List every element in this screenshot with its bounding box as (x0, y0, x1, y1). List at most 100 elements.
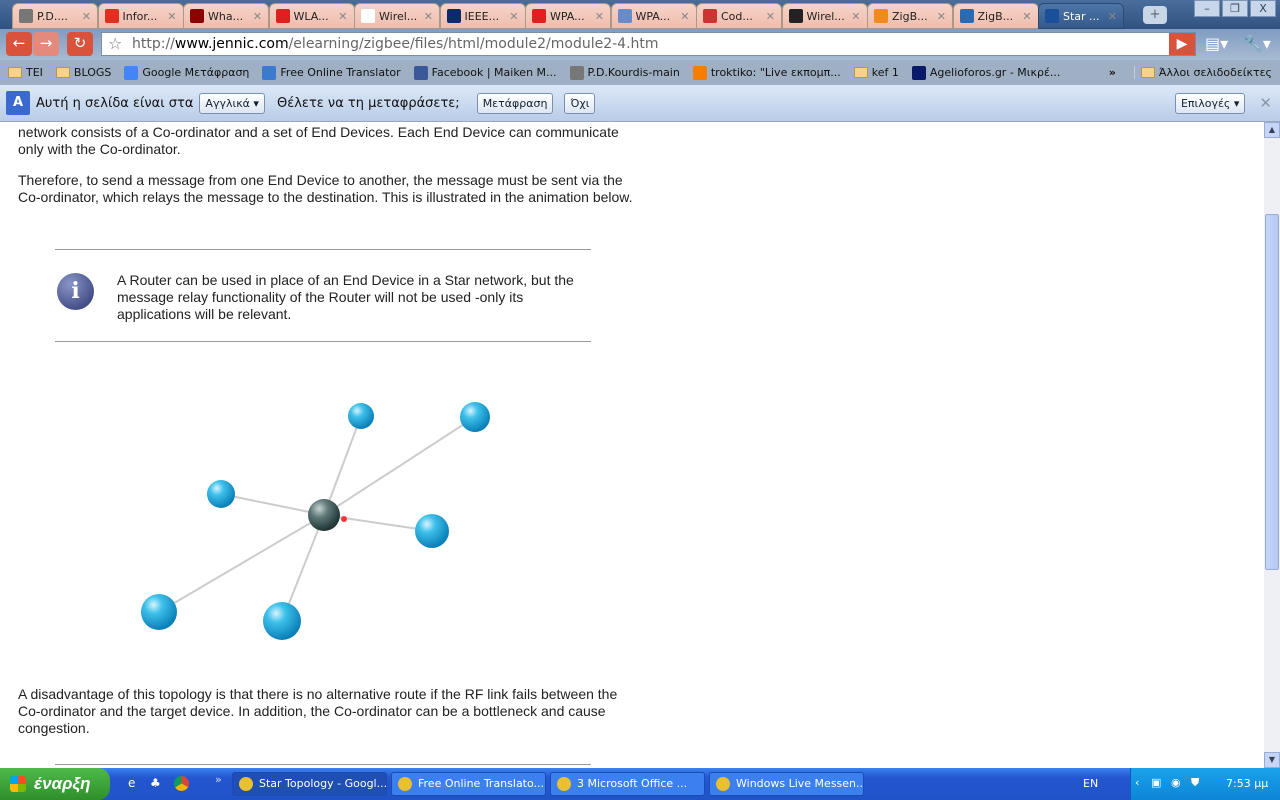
bookmark-item[interactable]: P.D.Kourdis-main (569, 65, 680, 80)
link-line (323, 416, 476, 516)
chrome-icon[interactable] (174, 776, 189, 791)
restore-button[interactable]: ❐ (1222, 0, 1248, 17)
tab-title: Star ... (1063, 9, 1100, 23)
tab-title: ZigB... (892, 9, 928, 23)
bookmark-item[interactable]: troktiko: "Live εκπομπ... (692, 65, 841, 80)
tab-strip: P.D.... ✕ Infor... ✕ Wha... ✕ WLA... ✕ Wirel... ✕… (0, 0, 1280, 29)
tray-expand-icon[interactable]: ‹ (1135, 776, 1139, 789)
tab-title: Cod... (721, 9, 753, 23)
bookmarks-overflow-button[interactable]: » (1109, 66, 1116, 79)
close-tab-icon[interactable]: ✕ (167, 10, 176, 23)
app-icon (557, 777, 571, 791)
ie-icon[interactable]: e (128, 776, 135, 790)
tab[interactable]: ZigB... ✕ (952, 3, 1039, 29)
bookmark-item[interactable]: Free Online Translator (262, 65, 401, 80)
paragraph: A disadvantage of this topology is that … (18, 686, 618, 736)
quicklaunch-more[interactable]: » (215, 773, 222, 786)
scrollbar-thumb[interactable] (1265, 214, 1279, 570)
close-tab-icon[interactable]: ✕ (509, 10, 518, 23)
clock[interactable]: 7:53 μμ (1226, 777, 1268, 790)
bookmark-item[interactable]: BLOGS (55, 66, 111, 79)
translate-button[interactable]: Μετάφραση (476, 92, 554, 114)
tab[interactable]: P.D.... ✕ (12, 3, 98, 29)
tab[interactable]: Cod... ✕ (696, 3, 782, 29)
page-menu-icon[interactable]: ▤▾ (1205, 34, 1228, 53)
language-dropdown[interactable]: Αγγλικά ▾ (199, 92, 265, 114)
close-tab-icon[interactable]: ✕ (253, 10, 262, 23)
network-icon[interactable]: ▣ (1151, 776, 1161, 789)
bookmark-star-icon[interactable]: ☆ (108, 33, 122, 55)
tab-title: ZigB... (977, 9, 1014, 23)
tab[interactable]: Star ... ✕ (1038, 3, 1124, 29)
folder-icon (853, 67, 868, 78)
forward-button[interactable]: → (33, 32, 59, 56)
tab-favicon-icon (703, 9, 717, 23)
new-tab-button[interactable]: + (1143, 6, 1167, 24)
tab[interactable]: Infor... ✕ (97, 3, 184, 29)
tab[interactable]: WPA... ✕ (525, 3, 611, 29)
tab[interactable]: WPA... ✕ (610, 3, 697, 29)
start-button[interactable]: έναρξη (0, 768, 110, 800)
close-tab-icon[interactable]: ✕ (595, 10, 604, 23)
app-icon (716, 777, 730, 791)
bookmark-item[interactable]: kef 1 (853, 66, 899, 79)
tab[interactable]: WLA... ✕ (268, 3, 355, 29)
antivirus-icon[interactable]: ◉ (1171, 776, 1181, 789)
tab-title: IEEE... (464, 9, 500, 23)
wrench-icon[interactable]: 🔧▾ (1243, 34, 1271, 53)
minimize-button[interactable]: – (1194, 0, 1220, 17)
folder-icon (8, 67, 22, 78)
site-favicon-icon (262, 65, 277, 80)
close-tab-icon[interactable]: ✕ (851, 10, 860, 23)
vertical-scrollbar[interactable]: ▲ ▼ (1264, 122, 1280, 768)
other-bookmarks[interactable]: Άλλοι σελιδοδείκτες (1133, 66, 1272, 79)
tab-favicon-icon (874, 9, 888, 23)
close-tab-icon[interactable]: ✕ (82, 10, 91, 23)
end-device-node (141, 594, 177, 630)
back-button[interactable]: ← (6, 32, 32, 56)
close-tab-icon[interactable]: ✕ (1108, 10, 1117, 23)
close-tab-icon[interactable]: ✕ (1022, 10, 1031, 23)
site-favicon-icon (569, 65, 584, 80)
tab[interactable]: IEEE... ✕ (439, 3, 526, 29)
reload-button[interactable]: ↻ (67, 32, 93, 56)
tab[interactable]: Wha... ✕ (183, 3, 269, 29)
bookmark-item[interactable]: Facebook | Maiken M... (413, 65, 557, 80)
tab[interactable]: Wirel... ✕ (781, 3, 868, 29)
tab-favicon-icon (361, 9, 375, 23)
close-tab-icon[interactable]: ✕ (766, 10, 775, 23)
bookmark-item[interactable]: Google Μετάφραση (124, 65, 249, 80)
site-favicon-icon (124, 65, 139, 80)
language-indicator[interactable]: EN (1083, 777, 1098, 790)
site-favicon-icon (413, 65, 428, 80)
close-window-button[interactable]: X (1250, 0, 1276, 17)
go-button[interactable]: ▶ (1169, 33, 1195, 55)
tab[interactable]: Wirel... ✕ (354, 3, 440, 29)
taskbar-item[interactable]: Free Online Translato... (391, 772, 546, 796)
tab[interactable]: ZigB... ✕ (867, 3, 953, 29)
taskbar-item[interactable]: 3 Microsoft Office ... (550, 772, 705, 796)
scroll-up-button[interactable]: ▲ (1264, 122, 1280, 138)
close-tab-icon[interactable]: ✕ (424, 10, 433, 23)
close-translate-button[interactable]: ✕ (1259, 94, 1272, 112)
bookmark-item[interactable]: TEI (8, 66, 43, 79)
folder-icon (55, 67, 70, 78)
options-dropdown[interactable]: Επιλογές ▾ (1174, 92, 1246, 114)
close-tab-icon[interactable]: ✕ (680, 10, 689, 23)
taskbar-item[interactable]: Windows Live Messen... (709, 772, 864, 796)
messenger-icon[interactable]: ♣ (150, 776, 161, 790)
end-device-node (460, 402, 490, 432)
tab-title: WLA... (293, 9, 329, 23)
bookmark-item[interactable]: Agelioforos.gr - Μικρέ... (911, 65, 1060, 80)
close-tab-icon[interactable]: ✕ (937, 10, 946, 23)
no-button[interactable]: Όχι (564, 92, 596, 114)
end-device-node (263, 602, 301, 640)
shield-icon[interactable]: ⛊ (1191, 776, 1199, 790)
scroll-down-button[interactable]: ▼ (1264, 752, 1280, 768)
taskbar: έναρξη e ♣ » Star Topology - Googl... Fre… (0, 768, 1280, 800)
address-bar[interactable]: ☆ http://www.jennic.com/elearning/zigbee… (101, 32, 1196, 56)
close-tab-icon[interactable]: ✕ (338, 10, 347, 23)
folder-icon (1140, 67, 1155, 78)
tab-title: Wirel... (806, 9, 845, 23)
taskbar-item[interactable]: Star Topology - Googl... (232, 772, 387, 796)
